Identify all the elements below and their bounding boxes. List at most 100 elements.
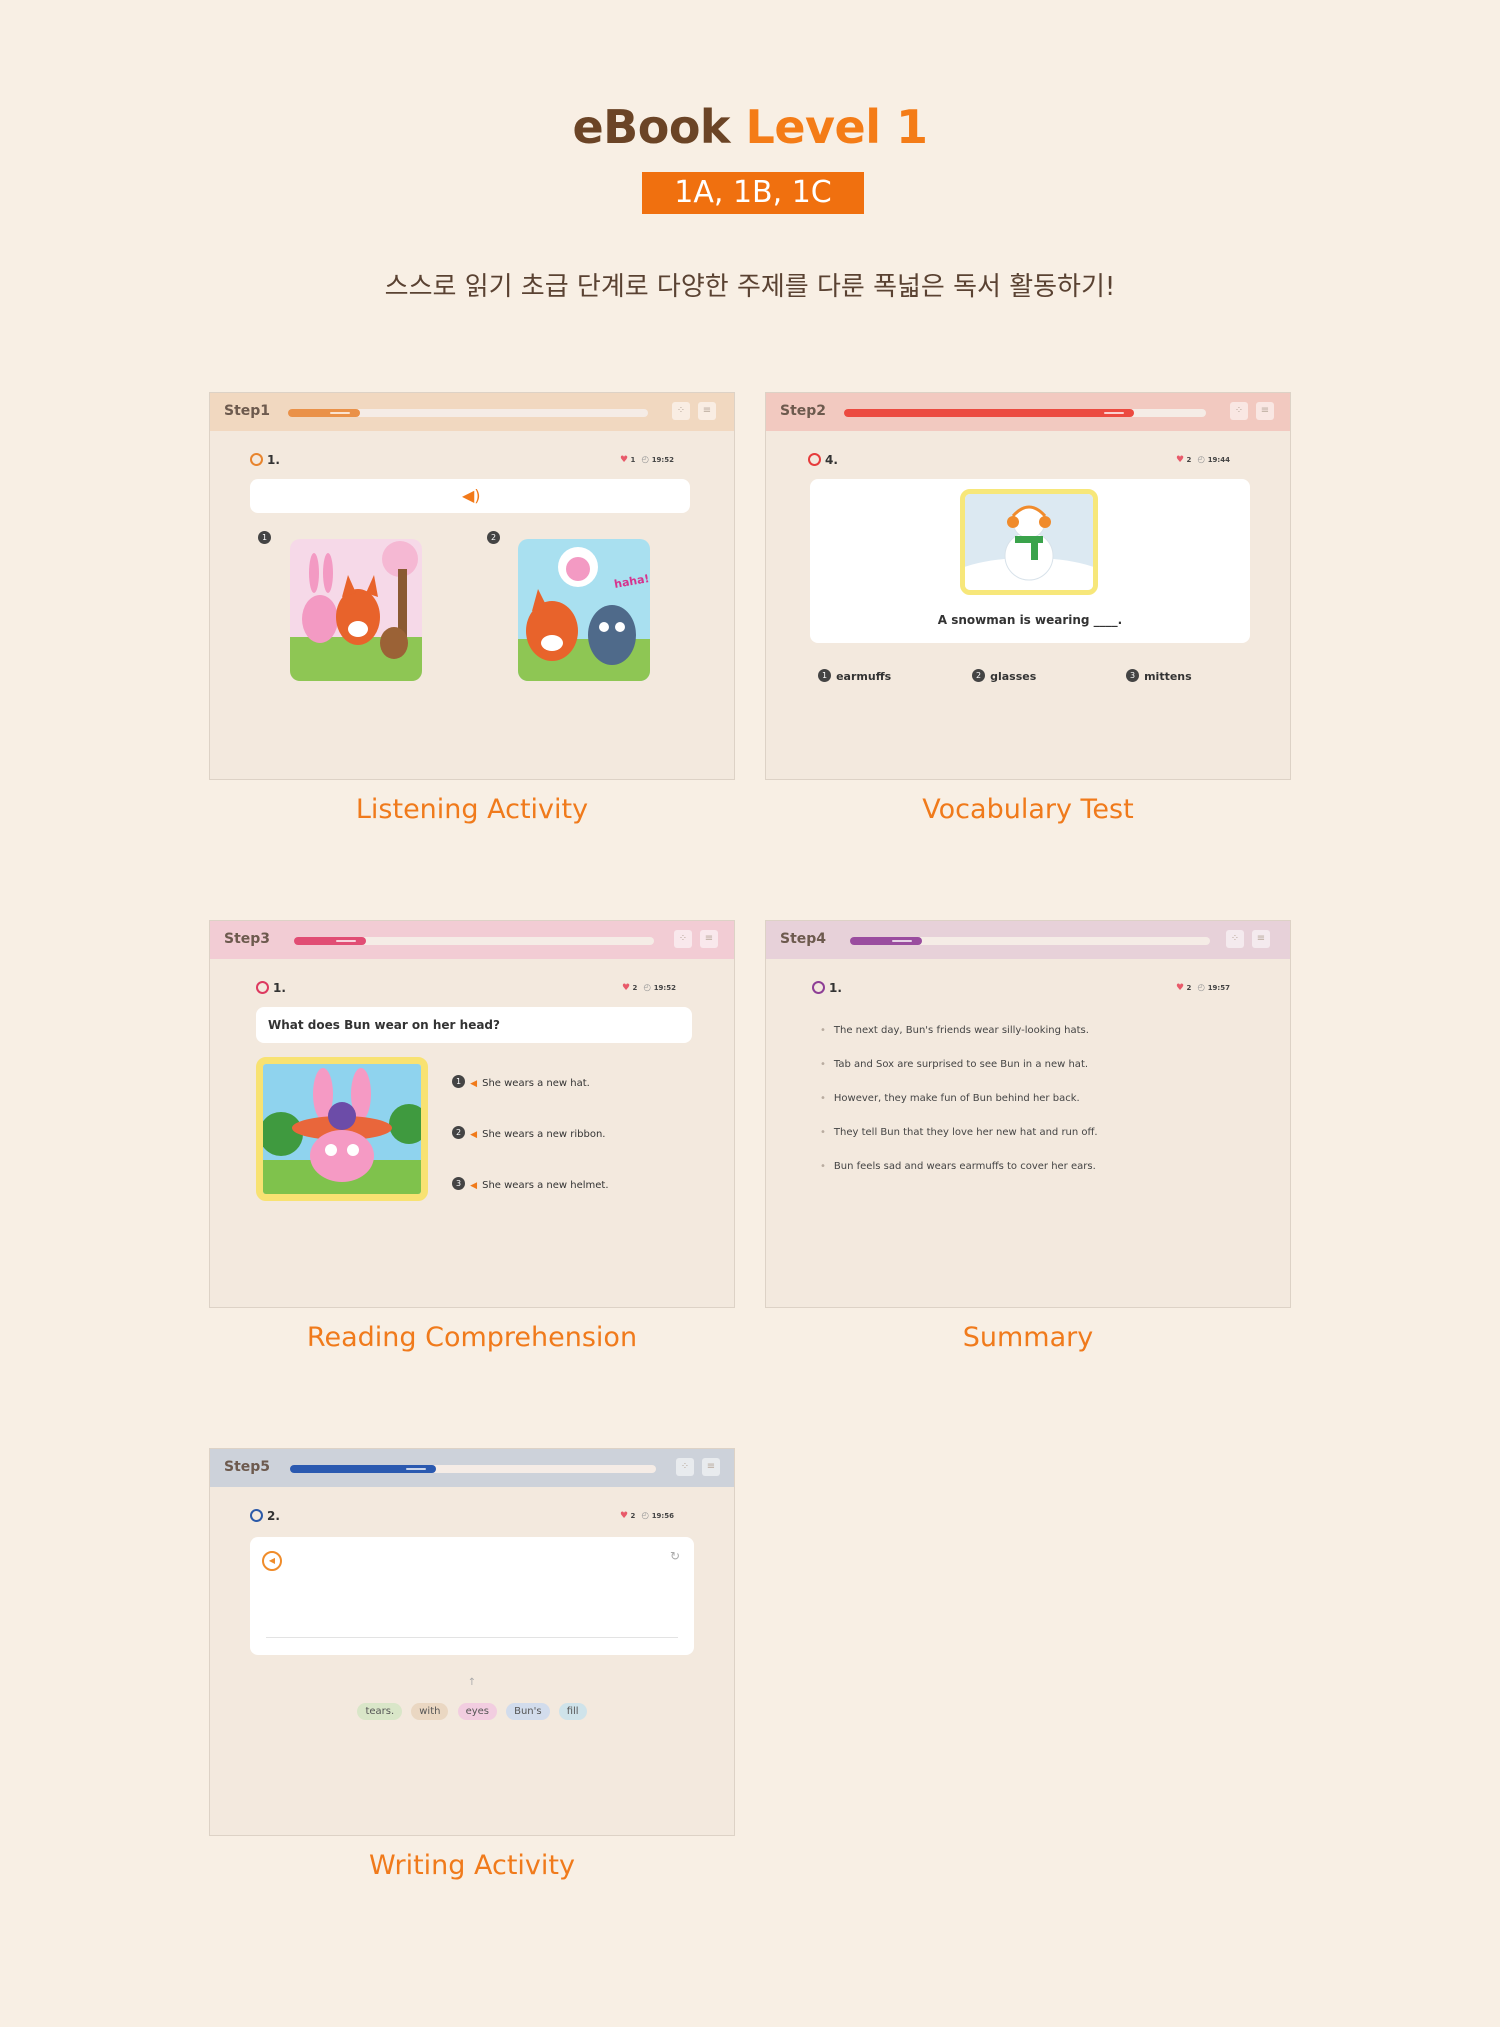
heart-icon: ♥ (1176, 983, 1185, 993)
title-prefix: eBook (572, 100, 731, 154)
caption-reading: Reading Comprehension (306, 1322, 638, 1353)
grid-menu-icon[interactable]: ⁘ (676, 1458, 694, 1476)
heart-icon: ♥ (1176, 455, 1185, 465)
answer-card[interactable]: ◀ ↻ (250, 1537, 694, 1655)
panel-step3: Step3 ⁘ ≡ 1. ♥ 2 ◴ 19:52 What does Bun we… (209, 920, 735, 1308)
step-label: Step5 (224, 1459, 271, 1475)
target-icon (256, 981, 269, 994)
speaker-icon[interactable]: ◀) (462, 486, 481, 505)
question-prompt: What does Bun wear on her head? (268, 1018, 500, 1032)
step-label: Step1 (224, 403, 271, 419)
step-label: Step2 (780, 403, 827, 419)
step-label: Step4 (780, 931, 827, 947)
option-number: 1 (258, 531, 271, 544)
speaker-icon: ◀ (470, 1079, 478, 1089)
panel-step4: Step4 ⁘ ≡ 1. ♥ 2◴ 19:57 The next day, Bu… (765, 920, 1291, 1308)
progress-fill (850, 937, 922, 945)
clock-icon: ◴ (641, 1511, 650, 1521)
summary-line[interactable]: Tab and Sox are surprised to see Bun in … (820, 1059, 1088, 1070)
progress-header: Step4 ⁘ ≡ (766, 921, 1290, 959)
option-image-1[interactable] (290, 539, 422, 681)
list-menu-icon[interactable]: ≡ (702, 1458, 720, 1476)
title-level: Level 1 (745, 100, 928, 154)
progress-track (294, 937, 654, 945)
question-number: 4. (808, 453, 838, 467)
clock-icon: ◴ (643, 983, 652, 993)
refresh-icon[interactable]: ↻ (670, 1549, 680, 1563)
question-number: 1. (812, 981, 842, 995)
status-meta: ♥ 2 ◴ 19:44 (1176, 455, 1230, 465)
option-image-2[interactable]: haha! (518, 539, 650, 681)
answer-option-3[interactable]: 3 ◀ She wears a new helmet. (452, 1173, 609, 1192)
list-menu-icon[interactable]: ≡ (1252, 930, 1270, 948)
status-meta: ♥ 1 ◴ 19:52 (620, 455, 674, 465)
caption-vocabulary: Vocabulary Test (922, 794, 1134, 825)
progress-fill (844, 409, 1134, 417)
step-label: Step3 (224, 931, 271, 947)
question-sentence: A snowman is wearing ____. (937, 613, 1123, 627)
status-meta: ♥ 2 ◴ 19:56 (620, 1511, 674, 1521)
option-number: 2 (487, 531, 500, 544)
answer-line (266, 1637, 678, 1638)
list-menu-icon[interactable]: ≡ (1256, 402, 1274, 420)
progress-header: Step1 ⁘ ≡ (210, 393, 734, 431)
caption-writing: Writing Activity (369, 1850, 575, 1881)
progress-fill (288, 409, 360, 417)
word-bank: tears. with eyes Bun's fill (210, 1699, 734, 1720)
target-icon (812, 981, 825, 994)
progress-track (288, 409, 648, 417)
question-number: 1. (256, 981, 286, 995)
summary-line[interactable]: Bun feels sad and wears earmuffs to cove… (820, 1161, 1096, 1172)
word-chip[interactable]: with (411, 1703, 449, 1720)
audio-bar[interactable]: ◀) (250, 479, 690, 513)
speaker-icon: ◀ (470, 1130, 478, 1140)
question-card: A snowman is wearing ____. (810, 479, 1250, 643)
speaker-icon: ◀ (470, 1181, 478, 1191)
caption-summary: Summary (962, 1322, 1094, 1353)
status-meta: ♥ 2 ◴ 19:57 (1176, 983, 1230, 993)
progress-track (850, 937, 1210, 945)
answer-option-2[interactable]: 2 ◀ She wears a new ribbon. (452, 1122, 605, 1141)
answer-option-2[interactable]: 2 glasses (972, 665, 1036, 684)
word-chip[interactable]: fill (558, 1703, 587, 1720)
answer-option-1[interactable]: 1 earmuffs (818, 665, 891, 684)
clock-icon: ◴ (641, 455, 650, 465)
word-chip[interactable]: tears. (357, 1703, 403, 1720)
panel-step1: Step1 ⁘ ≡ 1. ♥ 1 ◴ 19:52 ◀) 1 2 haha! (209, 392, 735, 780)
progress-fill (294, 937, 366, 945)
word-chip[interactable]: eyes (457, 1703, 497, 1720)
level-badge: 1A, 1B, 1C (642, 172, 864, 214)
answer-option-3[interactable]: 3 mittens (1126, 665, 1192, 684)
panel-step2: Step2 ⁘ ≡ 4. ♥ 2 ◴ 19:44 A snowman is wea… (765, 392, 1291, 780)
heart-icon: ♥ (620, 455, 629, 465)
grid-menu-icon[interactable]: ⁘ (1230, 402, 1248, 420)
progress-fill (290, 1465, 436, 1473)
progress-track (290, 1465, 656, 1473)
grid-menu-icon[interactable]: ⁘ (674, 930, 692, 948)
progress-header: Step3 ⁘ ≡ (210, 921, 734, 959)
question-number: 2. (250, 1509, 280, 1523)
page-subtitle: 스스로 읽기 초급 단계로 다양한 주제를 다룬 폭넓은 독서 활동하기! (384, 272, 1116, 302)
progress-track (844, 409, 1206, 417)
panel-step5: Step5 ⁘ ≡ 2. ♥ 2 ◴ 19:56 ◀ ↻ ↑ tears. wit… (209, 1448, 735, 1836)
list-menu-icon[interactable]: ≡ (700, 930, 718, 948)
summary-line[interactable]: They tell Bun that they love her new hat… (820, 1127, 1098, 1138)
arrow-up-icon: ↑ (467, 1677, 477, 1688)
bun-image (256, 1057, 428, 1201)
target-icon (250, 1509, 263, 1522)
clock-icon: ◴ (1197, 983, 1206, 993)
caption-listening: Listening Activity (355, 794, 589, 825)
grid-menu-icon[interactable]: ⁘ (672, 402, 690, 420)
target-icon (250, 453, 263, 466)
question-card: What does Bun wear on her head? (256, 1007, 692, 1043)
grid-menu-icon[interactable]: ⁘ (1226, 930, 1244, 948)
heart-icon: ♥ (620, 1511, 629, 1521)
answer-option-1[interactable]: 1 ◀ She wears a new hat. (452, 1071, 590, 1090)
list-menu-icon[interactable]: ≡ (698, 402, 716, 420)
summary-line[interactable]: However, they make fun of Bun behind her… (820, 1093, 1080, 1104)
clock-icon: ◴ (1197, 455, 1206, 465)
word-chip[interactable]: Bun's (506, 1703, 550, 1720)
speaker-icon[interactable]: ◀ (262, 1551, 282, 1571)
progress-header: Step5 ⁘ ≡ (210, 1449, 734, 1487)
summary-line[interactable]: The next day, Bun's friends wear silly-l… (820, 1025, 1089, 1036)
